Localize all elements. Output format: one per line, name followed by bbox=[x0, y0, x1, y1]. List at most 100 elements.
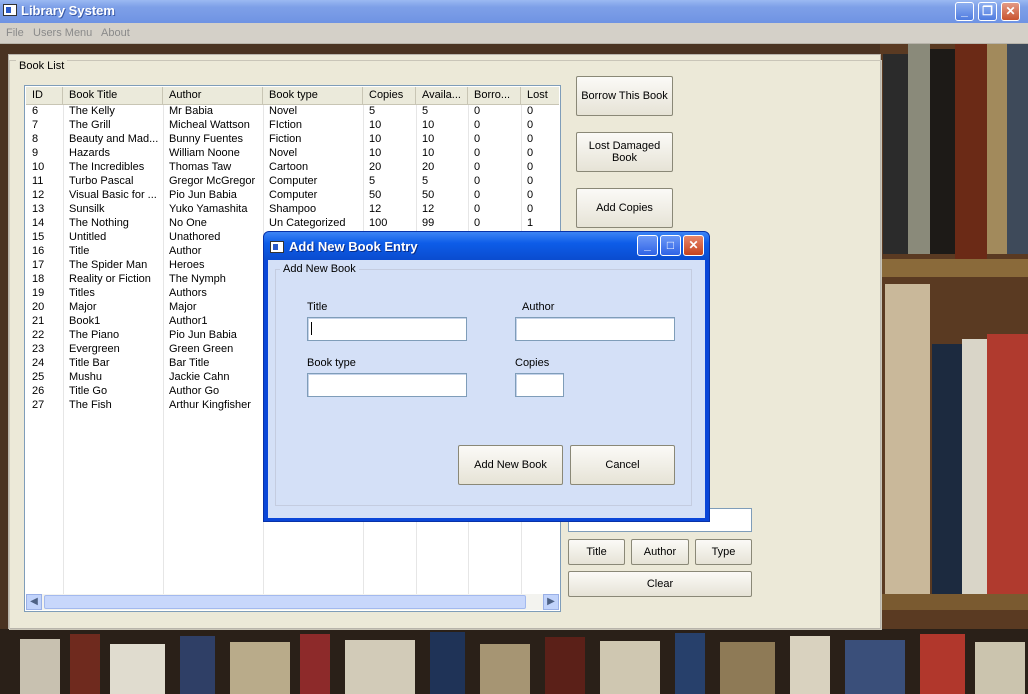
cancel-button[interactable]: Cancel bbox=[570, 445, 675, 485]
cell-book-type: Fiction bbox=[269, 133, 302, 145]
cell-author: Author Go bbox=[169, 385, 220, 397]
cell-book-title: Title Bar bbox=[69, 357, 110, 369]
borrow-book-button[interactable]: Borrow This Book bbox=[576, 76, 673, 116]
main-title-bar[interactable]: Library System _ ❐ ✕ bbox=[0, 0, 1028, 23]
dialog-body: Add New Book Title Author Book type Copi… bbox=[268, 260, 705, 518]
menu-about[interactable]: About bbox=[101, 27, 130, 39]
scroll-right-icon[interactable]: ▶ bbox=[543, 594, 559, 610]
cell-id: 18 bbox=[32, 273, 45, 285]
cell-book-title: The Incredibles bbox=[69, 161, 145, 173]
add-copies-button[interactable]: Add Copies bbox=[576, 188, 673, 228]
table-row[interactable]: 6 The Kelly Mr Babia Novel 5 5 0 0 bbox=[26, 105, 559, 119]
table-row[interactable]: 8 Beauty and Mad... Bunny Fuentes Fiction 10… bbox=[26, 133, 559, 147]
author-input[interactable] bbox=[515, 317, 675, 341]
dialog-title-bar[interactable]: Add New Book Entry _ □ ✕ bbox=[264, 232, 709, 260]
minimize-button[interactable]: _ bbox=[955, 2, 974, 21]
cell-author: Green Green bbox=[169, 343, 234, 355]
cell-book-title: Hazards bbox=[69, 147, 110, 159]
cell-author: Author1 bbox=[169, 315, 208, 327]
cell-id: 9 bbox=[32, 147, 39, 159]
horizontal-scrollbar[interactable]: ◀ ▶ bbox=[26, 594, 559, 610]
cell-available: 5 bbox=[422, 175, 429, 187]
search-title-button[interactable]: Title bbox=[568, 539, 625, 565]
table-row[interactable]: 7 The Grill Micheal Wattson FIction 10 10 0 0 bbox=[26, 119, 559, 133]
cell-available: 99 bbox=[422, 217, 435, 229]
cell-author: Authors bbox=[169, 287, 207, 299]
book-type-input[interactable] bbox=[307, 373, 467, 397]
cell-author: William Noone bbox=[169, 147, 240, 159]
cell-author: Heroes bbox=[169, 259, 205, 271]
cell-book-type: Novel bbox=[269, 105, 298, 117]
close-button[interactable]: ✕ bbox=[1001, 2, 1020, 21]
table-row[interactable]: 13 Sunsilk Yuko Yamashita Shampoo 12 12 0 0 bbox=[26, 203, 559, 217]
menu-file[interactable]: File bbox=[6, 27, 24, 39]
table-row[interactable]: 10 The Incredibles Thomas Taw Cartoon 20 20 0 0 bbox=[26, 161, 559, 175]
scroll-left-icon[interactable]: ◀ bbox=[26, 594, 42, 610]
cell-id: 10 bbox=[32, 161, 45, 173]
cell-copies: 5 bbox=[369, 105, 376, 117]
window-title: Library System bbox=[21, 3, 115, 18]
cell-available: 20 bbox=[422, 161, 435, 173]
menu-users[interactable]: Users Menu bbox=[33, 27, 92, 39]
cell-id: 14 bbox=[32, 217, 45, 229]
table-row[interactable]: 12 Visual Basic for ... Pio Jun Babia Compu… bbox=[26, 189, 559, 203]
cell-author: Major bbox=[169, 301, 197, 313]
col-book-title[interactable]: Book Title bbox=[63, 87, 163, 105]
table-row[interactable]: 14 The Nothing No One Un Categorized 100 99 0 1 bbox=[26, 217, 559, 231]
cell-book-title: Mushu bbox=[69, 371, 103, 383]
col-book-type[interactable]: Book type bbox=[263, 87, 363, 105]
cell-copies: 10 bbox=[369, 147, 382, 159]
table-row[interactable]: 11 Turbo Pascal Gregor McGregor Computer 5 5 0… bbox=[26, 175, 559, 189]
cell-author: Bar Title bbox=[169, 357, 210, 369]
col-copies[interactable]: Copies bbox=[363, 87, 416, 105]
scroll-thumb[interactable] bbox=[44, 595, 526, 609]
col-lost[interactable]: Lost bbox=[521, 87, 559, 105]
cell-id: 16 bbox=[32, 245, 45, 257]
dialog-close-button[interactable]: ✕ bbox=[683, 235, 704, 256]
cell-copies: 10 bbox=[369, 133, 382, 145]
add-new-book-button[interactable]: Add New Book bbox=[458, 445, 563, 485]
cell-id: 23 bbox=[32, 343, 45, 355]
title-input[interactable] bbox=[307, 317, 467, 341]
col-author[interactable]: Author bbox=[163, 87, 263, 105]
dialog-title: Add New Book Entry bbox=[289, 239, 418, 254]
col-available[interactable]: Availa... bbox=[416, 87, 468, 105]
cell-book-title: The Grill bbox=[69, 119, 111, 131]
search-author-button[interactable]: Author bbox=[631, 539, 689, 565]
cell-author: Gregor McGregor bbox=[169, 175, 256, 187]
cell-author: The Nymph bbox=[169, 273, 226, 285]
cell-author: Yuko Yamashita bbox=[169, 203, 248, 215]
cell-id: 25 bbox=[32, 371, 45, 383]
cell-copies: 20 bbox=[369, 161, 382, 173]
lost-damaged-button[interactable]: Lost Damaged Book bbox=[576, 132, 673, 172]
cell-borrowed: 0 bbox=[474, 133, 481, 145]
col-id[interactable]: ID bbox=[26, 87, 63, 105]
table-row[interactable]: 9 Hazards William Noone Novel 10 10 0 0 bbox=[26, 147, 559, 161]
cell-book-title: The Nothing bbox=[69, 217, 129, 229]
dialog-app-icon bbox=[270, 241, 284, 253]
cell-available: 5 bbox=[422, 105, 429, 117]
cell-borrowed: 0 bbox=[474, 203, 481, 215]
cell-author: Thomas Taw bbox=[169, 161, 232, 173]
col-borrowed[interactable]: Borro... bbox=[468, 87, 521, 105]
clear-button[interactable]: Clear bbox=[568, 571, 752, 597]
cell-copies: 50 bbox=[369, 189, 382, 201]
cell-borrowed: 0 bbox=[474, 189, 481, 201]
cell-book-title: Title Go bbox=[69, 385, 108, 397]
cell-author: Jackie Cahn bbox=[169, 371, 230, 383]
cell-lost: 0 bbox=[527, 147, 534, 159]
cell-id: 7 bbox=[32, 119, 39, 131]
cell-id: 11 bbox=[32, 175, 44, 187]
cell-book-type: Novel bbox=[269, 147, 298, 159]
book-type-label: Book type bbox=[307, 357, 356, 369]
add-book-dialog: Add New Book Entry _ □ ✕ Add New Book Ti… bbox=[263, 231, 710, 522]
cell-book-title: The Piano bbox=[69, 329, 120, 341]
cell-borrowed: 0 bbox=[474, 147, 481, 159]
dialog-maximize-button[interactable]: □ bbox=[660, 235, 681, 256]
dialog-minimize-button[interactable]: _ bbox=[637, 235, 658, 256]
title-label: Title bbox=[307, 301, 328, 313]
search-type-button[interactable]: Type bbox=[695, 539, 752, 565]
copies-input[interactable] bbox=[515, 373, 564, 397]
restore-button[interactable]: ❐ bbox=[978, 2, 997, 21]
cell-id: 22 bbox=[32, 329, 45, 341]
